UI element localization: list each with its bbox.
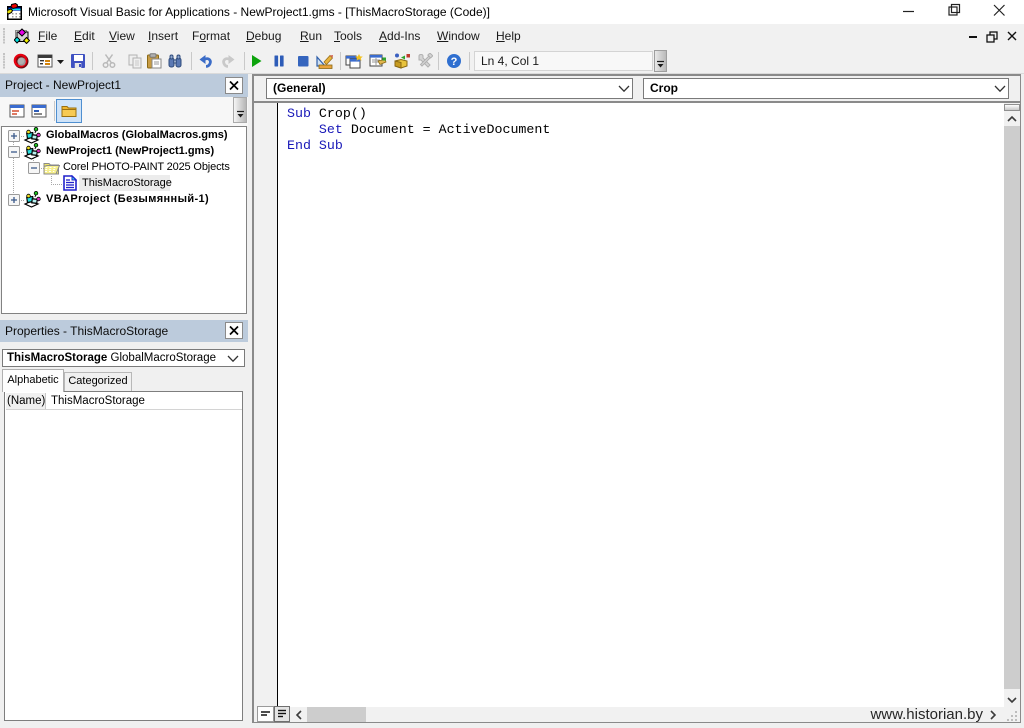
svg-text:?: ? [451,56,458,68]
